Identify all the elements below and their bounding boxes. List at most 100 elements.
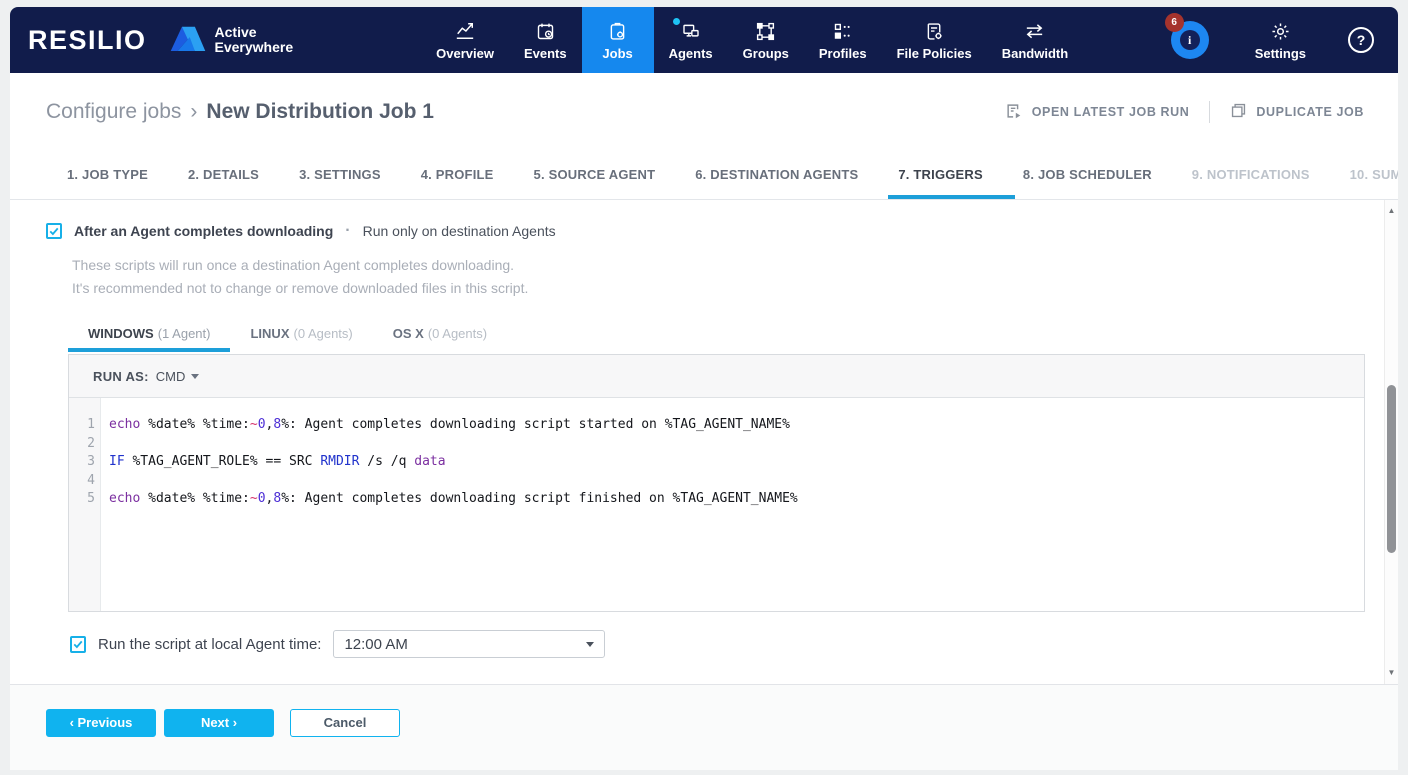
scroll-up-arrow[interactable]: ▲ (1388, 200, 1396, 222)
editor-gutter: 1 2 3 4 5 (69, 398, 101, 611)
agents-icon (672, 18, 702, 43)
code-token: %: Agent completes downloading script st… (281, 417, 790, 432)
nav-item-settings[interactable]: Settings (1239, 19, 1322, 61)
file-policies-icon (924, 19, 945, 43)
resilio-logo: RESILIO (28, 24, 147, 55)
step-tab-1-job-type[interactable]: 1. JOB TYPE (57, 167, 158, 199)
wizard-steps: 1. JOB TYPE 2. DETAILS 3. SETTINGS 4. PROFI… (10, 145, 1398, 200)
triggers-content: After an Agent completes downloading · R… (10, 200, 1398, 684)
run-as-dropdown[interactable]: CMD (156, 369, 200, 384)
nav-item-label: Overview (436, 46, 494, 61)
next-button[interactable]: Next › (164, 708, 274, 737)
jobs-icon (607, 19, 628, 43)
product-name: Active Everywhere (214, 24, 294, 55)
profiles-icon (832, 19, 853, 43)
line-number: 4 (87, 472, 95, 488)
trigger-description-line1: These scripts will run once a destinatio… (72, 257, 515, 273)
step-tab-7-triggers[interactable]: 7. TRIGGERS (888, 167, 1015, 199)
overview-icon (454, 19, 476, 43)
time-select-value: 12:00 AM (344, 635, 408, 653)
step-tab-4-profile[interactable]: 4. PROFILE (411, 167, 504, 199)
os-tab-name: OS X (392, 326, 424, 341)
code-token: IF (109, 454, 125, 469)
notifications-info-button[interactable]: 6 i (1164, 13, 1209, 59)
nav-item-overview[interactable]: Overview (421, 7, 509, 73)
nav-item-label: Profiles (818, 46, 867, 61)
page-header: Configure jobs › New Distribution Job 1 … (10, 73, 1398, 145)
notification-badge: 6 (1164, 13, 1184, 32)
os-tab-agent-count: (1 Agent) (157, 326, 211, 341)
gear-icon (1270, 19, 1291, 43)
os-tab-windows[interactable]: WINDOWS (1 Agent) (68, 326, 231, 352)
code-token: %TAG_AGENT_ROLE% == SRC (124, 454, 321, 469)
nav-item-bandwidth[interactable]: Bandwidth (987, 7, 1083, 73)
breadcrumb-configure-jobs[interactable]: Configure jobs (46, 100, 181, 124)
help-button[interactable]: ? (1348, 27, 1374, 53)
nav-item-events[interactable]: Events (509, 7, 582, 73)
trigger-toggle-row: After an Agent completes downloading · R… (46, 222, 1398, 240)
open-latest-job-run-label: OPEN LATEST JOB RUN (1031, 105, 1190, 119)
nav-item-label: Jobs (602, 46, 633, 61)
cancel-button[interactable]: Cancel (290, 708, 400, 737)
line-number: 1 (87, 417, 95, 432)
nav-item-agents[interactable]: Agents (654, 7, 728, 73)
schedule-checkbox[interactable] (70, 635, 86, 653)
time-select[interactable]: 12:00 AM (333, 630, 606, 658)
vertical-scrollbar[interactable]: ▲ ▼ (1384, 200, 1398, 684)
nav-item-file-policies[interactable]: File Policies (882, 7, 987, 73)
step-tab-2-details[interactable]: 2. DETAILS (178, 167, 269, 199)
line-number: 3 (87, 454, 95, 469)
breadcrumb-separator: › (190, 100, 198, 123)
nav-item-profiles[interactable]: Profiles (804, 7, 882, 73)
code-token: /s /q (359, 454, 415, 469)
trigger-description: These scripts will run once a destinatio… (72, 254, 1398, 300)
open-job-run-icon (1005, 102, 1023, 123)
step-tab-8-job-scheduler[interactable]: 8. JOB SCHEDULER (1013, 167, 1162, 199)
editor-code[interactable]: echo %date% %time:~0,8%: Agent completes… (101, 398, 1364, 611)
os-tab-os-x[interactable]: OS X (0 Agents) (373, 326, 507, 352)
page: Configure jobs › New Distribution Job 1 … (10, 73, 1398, 770)
trigger-note: Run only on destination Agents (362, 223, 556, 239)
step-tab-3-settings[interactable]: 3. SETTINGS (289, 167, 391, 199)
duplicate-job-button[interactable]: DUPLICATE JOB (1230, 102, 1364, 122)
code-line: IF %TAG_AGENT_ROLE% == SRC RMDIR /s /q d… (109, 453, 1364, 472)
code-token: %: Agent completes downloading script fi… (281, 491, 798, 506)
code-token: RMDIR (320, 454, 360, 469)
script-panel: RUN AS: CMD 1 2 3 4 5 echo %date% %time:~0,8… (68, 354, 1365, 612)
step-tab-5-source-agent[interactable]: 5. SOURCE AGENT (524, 167, 666, 199)
nav-item-label: Events (523, 46, 567, 61)
scrollbar-thumb[interactable] (1387, 385, 1396, 553)
line-number: 2 (87, 435, 95, 451)
os-tab-linux[interactable]: LINUX (0 Agents) (230, 326, 372, 352)
actions-divider (1209, 101, 1211, 123)
os-tabs: WINDOWS (1 Agent) LINUX (0 Agents) OS X (0 Ag… (68, 326, 1398, 352)
nav-item-groups[interactable]: Groups (728, 7, 804, 73)
breadcrumb: Configure jobs › New Distribution Job 1 (46, 100, 434, 124)
previous-button[interactable]: ‹ Previous (46, 708, 156, 737)
os-tab-name: LINUX (250, 326, 290, 341)
duplicate-icon (1230, 102, 1247, 122)
code-token: echo (109, 491, 141, 506)
notification-dot (672, 18, 680, 25)
nav-item-label: Agents (668, 46, 713, 61)
nav-items: Overview Events Jobs Agents Groups Profiles Fi… (421, 7, 1083, 73)
trigger-title-separator: · (345, 222, 351, 239)
page-title: New Distribution Job 1 (206, 100, 434, 123)
scroll-down-arrow[interactable]: ▼ (1388, 662, 1396, 684)
trigger-title: After an Agent completes downloading (74, 223, 334, 239)
line-number: 5 (87, 491, 95, 506)
run-as-label: RUN AS: (93, 368, 149, 384)
os-tab-agent-count: (0 Agents) (293, 326, 353, 341)
events-icon (535, 19, 556, 43)
app-window: RESILIO Active Everywhere Overview Events… (10, 7, 1398, 770)
step-tab-6-destination-agents[interactable]: 6. DESTINATION AGENTS (685, 167, 868, 199)
trigger-checkbox[interactable] (46, 223, 62, 239)
nav-right-cluster: 6 i Settings ? (1164, 7, 1398, 73)
trigger-description-line2: It's recommended not to change or remove… (72, 280, 529, 296)
nav-item-jobs[interactable]: Jobs (581, 7, 654, 73)
script-editor[interactable]: 1 2 3 4 5 echo %date% %time:~0,8%: Agent com… (69, 398, 1364, 611)
chevron-down-icon (586, 641, 595, 647)
open-latest-job-run-button[interactable]: OPEN LATEST JOB RUN (1005, 102, 1190, 123)
os-tab-name: WINDOWS (88, 326, 154, 341)
nav-item-label: Groups (742, 46, 789, 61)
